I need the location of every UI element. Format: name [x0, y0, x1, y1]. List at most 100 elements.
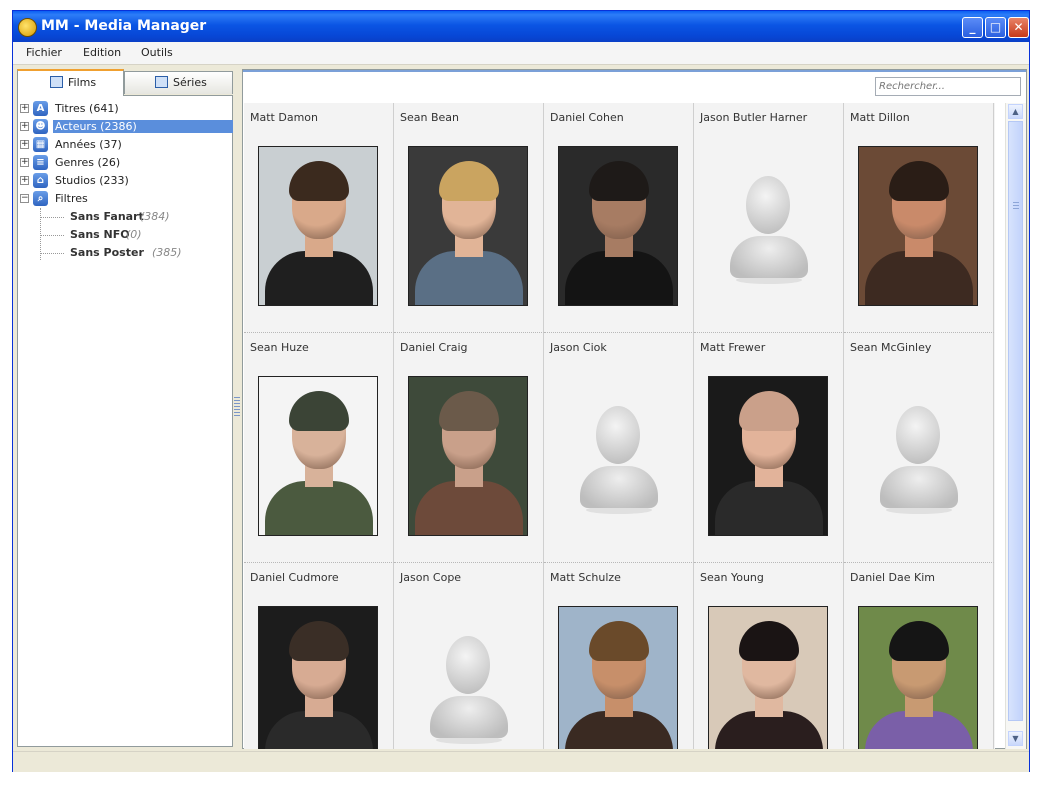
- actor-name: Jason Cope: [400, 571, 462, 584]
- tree-node-1[interactable]: + ☻ Acteurs (2386): [18, 119, 234, 135]
- person-icon: ☻: [33, 119, 48, 134]
- actor-card[interactable]: Jason Cope: [394, 563, 544, 749]
- tree-node-label: Titres (641): [55, 102, 119, 115]
- actor-card[interactable]: Matt Schulze: [544, 563, 694, 749]
- person-placeholder-icon: [558, 376, 678, 536]
- filter-count: (0): [126, 228, 142, 241]
- scroll-down-button[interactable]: ▼: [1008, 731, 1023, 746]
- actor-photo: [258, 376, 378, 536]
- close-button[interactable]: ✕: [1008, 17, 1029, 38]
- expander-icon[interactable]: +: [20, 140, 29, 149]
- filter-label: Sans Poster: [70, 246, 144, 259]
- actor-name: Sean McGinley: [850, 341, 932, 354]
- maximize-button[interactable]: □: [985, 17, 1006, 38]
- actor-card[interactable]: Matt Damon: [244, 103, 394, 333]
- person-placeholder-icon: [858, 376, 978, 536]
- filter-count: (384): [140, 210, 170, 223]
- expander-icon[interactable]: +: [20, 176, 29, 185]
- tree-node-4[interactable]: + ⌂ Studios (233): [18, 173, 232, 189]
- tab-films[interactable]: Films: [17, 69, 124, 96]
- actor-card[interactable]: Daniel Craig: [394, 333, 544, 563]
- actor-photo: [708, 606, 828, 749]
- actor-photo: [258, 146, 378, 306]
- scroll-thumb[interactable]: [1008, 121, 1023, 721]
- content-pane: Matt Damon Sean Bean Daniel Cohen Jason But…: [242, 69, 1027, 749]
- filter-item-2[interactable]: Sans Poster (385): [18, 245, 232, 261]
- expander-icon[interactable]: +: [20, 158, 29, 167]
- tree-node-5[interactable]: − ⌕ Filtres: [18, 191, 232, 207]
- navigation-pane: Films Séries + A Titres (641) + ☻ Acteurs (23…: [17, 69, 234, 747]
- actor-card[interactable]: Daniel Cohen: [544, 103, 694, 333]
- film-icon: [50, 76, 63, 88]
- actor-photo: [558, 606, 678, 749]
- pane-splitter[interactable]: [233, 69, 241, 747]
- window-title: MM - Media Manager: [41, 18, 207, 34]
- tree-node-0[interactable]: + A Titres (641): [18, 101, 232, 117]
- tab-series[interactable]: Séries: [124, 71, 233, 94]
- search-bar: [243, 70, 1026, 104]
- scroll-up-button[interactable]: ▲: [1008, 104, 1023, 119]
- actor-grid: Matt Damon Sean Bean Daniel Cohen Jason But…: [244, 103, 995, 749]
- category-tree: + A Titres (641) + ☻ Acteurs (2386) + ▦ Années (…: [17, 95, 234, 747]
- splitter-grip[interactable]: [234, 397, 240, 417]
- actor-photo: [408, 376, 528, 536]
- tree-node-2[interactable]: + ▦ Années (37): [18, 137, 232, 153]
- actor-name: Matt Damon: [250, 111, 318, 124]
- main-window: MM - Media Manager _ □ ✕ Fichier Edition…: [12, 10, 1030, 772]
- menu-outils[interactable]: Outils: [141, 46, 173, 59]
- calendar-icon: ▦: [33, 137, 48, 152]
- filter-item-1[interactable]: Sans NFO (0): [18, 227, 232, 243]
- menu-bar: Fichier Edition Outils: [13, 42, 1029, 65]
- tree-node-label: Acteurs (2386): [53, 120, 234, 133]
- letter-a-icon: A: [33, 101, 48, 116]
- filter-count: (385): [152, 246, 182, 259]
- person-placeholder-icon: [708, 146, 828, 306]
- actor-card[interactable]: Jason Ciok: [544, 333, 694, 563]
- menu-fichier[interactable]: Fichier: [26, 46, 62, 59]
- tab-films-label: Films: [68, 76, 97, 89]
- actor-photo: [858, 146, 978, 306]
- actor-name: Daniel Cohen: [550, 111, 624, 124]
- house-icon: ⌂: [33, 173, 48, 188]
- actor-card[interactable]: Daniel Dae Kim: [844, 563, 994, 749]
- search-input[interactable]: [875, 77, 1021, 96]
- actor-name: Matt Frewer: [700, 341, 766, 354]
- scroll-thumb-grip: [1013, 202, 1019, 211]
- actor-card[interactable]: Sean Huze: [244, 333, 394, 563]
- actor-name: Matt Schulze: [550, 571, 621, 584]
- expander-icon[interactable]: +: [20, 104, 29, 113]
- actor-card[interactable]: Sean Young: [694, 563, 844, 749]
- actor-card[interactable]: Matt Dillon: [844, 103, 994, 333]
- actor-name: Sean Young: [700, 571, 764, 584]
- actor-card[interactable]: Sean Bean: [394, 103, 544, 333]
- tree-node-label: Années (37): [55, 138, 122, 151]
- actor-card[interactable]: Sean McGinley: [844, 333, 994, 563]
- expander-icon[interactable]: −: [20, 194, 29, 203]
- actor-name: Matt Dillon: [850, 111, 910, 124]
- database-icon: ≡: [33, 155, 48, 170]
- filter-item-0[interactable]: Sans Fanart (384): [18, 209, 232, 225]
- magnifier-icon: ⌕: [33, 191, 48, 206]
- actor-name: Daniel Cudmore: [250, 571, 339, 584]
- actor-photo: [558, 146, 678, 306]
- filter-label: Sans NFO: [70, 228, 130, 241]
- vertical-scrollbar[interactable]: ▲ ▼: [1005, 103, 1026, 749]
- actor-photo: [258, 606, 378, 749]
- tree-node-label: Genres (26): [55, 156, 121, 169]
- tree-node-label: Filtres: [55, 192, 88, 205]
- tree-node-label: Studios (233): [55, 174, 129, 187]
- actor-photo: [858, 606, 978, 749]
- actor-card[interactable]: Jason Butler Harner: [694, 103, 844, 333]
- media-tabs: Films Séries: [17, 69, 233, 96]
- actor-card[interactable]: Daniel Cudmore: [244, 563, 394, 749]
- app-icon: [18, 18, 37, 37]
- tv-icon: [155, 76, 168, 88]
- actor-card[interactable]: Matt Frewer: [694, 333, 844, 563]
- menu-edition[interactable]: Edition: [83, 46, 121, 59]
- actor-name: Daniel Craig: [400, 341, 468, 354]
- tree-node-3[interactable]: + ≡ Genres (26): [18, 155, 232, 171]
- filter-label: Sans Fanart: [70, 210, 144, 223]
- expander-icon[interactable]: +: [20, 122, 29, 131]
- title-bar[interactable]: MM - Media Manager _ □ ✕: [13, 11, 1029, 42]
- minimize-button[interactable]: _: [962, 17, 983, 38]
